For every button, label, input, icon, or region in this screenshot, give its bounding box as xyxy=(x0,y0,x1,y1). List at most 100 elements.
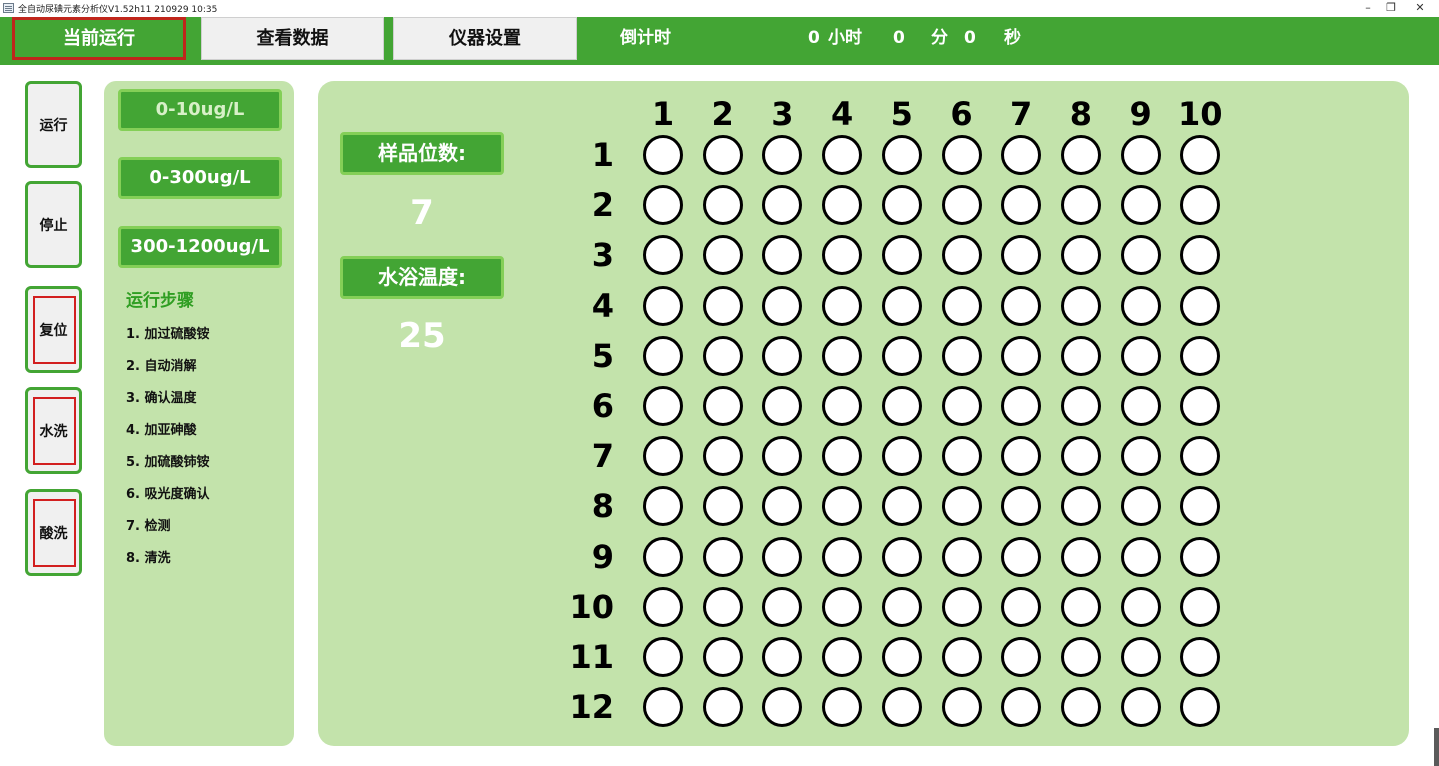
sample-well[interactable] xyxy=(881,687,922,728)
sample-well[interactable] xyxy=(1060,486,1101,527)
sample-well[interactable] xyxy=(1120,486,1161,527)
sample-well[interactable] xyxy=(941,586,982,627)
sample-well[interactable] xyxy=(1120,386,1161,426)
run-button[interactable]: 运行 xyxy=(25,81,82,168)
sample-well[interactable] xyxy=(941,486,982,527)
sample-well[interactable] xyxy=(702,586,743,627)
sample-well[interactable] xyxy=(1180,486,1221,527)
sample-well[interactable] xyxy=(762,637,803,677)
sample-well[interactable] xyxy=(1180,285,1221,326)
sample-well[interactable] xyxy=(881,235,922,276)
acid-wash-button[interactable]: 酸洗 xyxy=(25,489,82,576)
sample-well[interactable] xyxy=(702,235,743,276)
sample-well[interactable] xyxy=(643,687,683,728)
sample-well[interactable] xyxy=(762,687,803,728)
sample-well[interactable] xyxy=(1001,436,1042,477)
sample-well[interactable] xyxy=(1060,335,1101,376)
sample-well[interactable] xyxy=(643,586,683,627)
sample-well[interactable] xyxy=(643,386,683,426)
sample-well[interactable] xyxy=(643,486,683,527)
sample-well[interactable] xyxy=(1060,386,1101,426)
sample-well[interactable] xyxy=(941,436,982,477)
sample-well[interactable] xyxy=(1001,135,1042,175)
sample-well[interactable] xyxy=(1060,436,1101,477)
sample-well[interactable] xyxy=(822,436,863,477)
sample-well[interactable] xyxy=(762,135,803,175)
sample-well[interactable] xyxy=(1001,285,1042,326)
reset-button[interactable]: 复位 xyxy=(25,286,82,373)
sample-well[interactable] xyxy=(1180,335,1221,376)
sample-well[interactable] xyxy=(822,335,863,376)
sample-well[interactable] xyxy=(881,536,922,577)
sample-well[interactable] xyxy=(941,235,982,276)
sample-well[interactable] xyxy=(822,536,863,577)
sample-well[interactable] xyxy=(1060,586,1101,627)
sample-well[interactable] xyxy=(643,335,683,376)
sample-well[interactable] xyxy=(1001,386,1042,426)
stop-button[interactable]: 停止 xyxy=(25,181,82,268)
sample-well[interactable] xyxy=(1001,235,1042,276)
sample-well[interactable] xyxy=(941,185,982,226)
sample-well[interactable] xyxy=(702,135,743,175)
sample-well[interactable] xyxy=(1120,335,1161,376)
sample-well[interactable] xyxy=(881,335,922,376)
sample-well[interactable] xyxy=(822,637,863,677)
sample-well[interactable] xyxy=(702,436,743,477)
sample-well[interactable] xyxy=(1060,135,1101,175)
sample-well[interactable] xyxy=(1120,637,1161,677)
sample-well[interactable] xyxy=(1180,687,1221,728)
sample-well[interactable] xyxy=(822,285,863,326)
sample-well[interactable] xyxy=(1001,536,1042,577)
sample-well[interactable] xyxy=(702,185,743,226)
sample-well[interactable] xyxy=(822,586,863,627)
sample-well[interactable] xyxy=(1120,536,1161,577)
sample-well[interactable] xyxy=(1180,586,1221,627)
sample-well[interactable] xyxy=(1120,285,1161,326)
sample-well[interactable] xyxy=(1001,335,1042,376)
sample-well[interactable] xyxy=(1180,185,1221,226)
sample-well[interactable] xyxy=(881,386,922,426)
sample-well[interactable] xyxy=(1180,536,1221,577)
sample-well[interactable] xyxy=(822,135,863,175)
sample-well[interactable] xyxy=(881,637,922,677)
sample-well[interactable] xyxy=(1001,185,1042,226)
sample-well[interactable] xyxy=(1180,386,1221,426)
sample-well[interactable] xyxy=(1120,185,1161,226)
sample-well[interactable] xyxy=(1001,687,1042,728)
sample-well[interactable] xyxy=(1001,586,1042,627)
sample-well[interactable] xyxy=(941,135,982,175)
sample-well[interactable] xyxy=(822,486,863,527)
sample-well[interactable] xyxy=(1060,185,1101,226)
sample-well[interactable] xyxy=(881,285,922,326)
sample-well[interactable] xyxy=(1120,135,1161,175)
tab-current-run[interactable]: 当前运行 xyxy=(12,17,186,60)
range-button-0-300[interactable]: 0-300ug/L xyxy=(118,157,282,199)
sample-well[interactable] xyxy=(643,536,683,577)
sample-well[interactable] xyxy=(1060,235,1101,276)
sample-well[interactable] xyxy=(941,285,982,326)
sample-well[interactable] xyxy=(702,486,743,527)
sample-well[interactable] xyxy=(1120,436,1161,477)
close-icon[interactable]: ✕ xyxy=(1405,0,1435,17)
sample-well[interactable] xyxy=(941,637,982,677)
sample-well[interactable] xyxy=(1180,436,1221,477)
sample-well[interactable] xyxy=(643,436,683,477)
sample-well[interactable] xyxy=(643,637,683,677)
tab-instrument-settings[interactable]: 仪器设置 xyxy=(393,17,577,60)
sample-well[interactable] xyxy=(1001,637,1042,677)
sample-well[interactable] xyxy=(1060,536,1101,577)
sample-well[interactable] xyxy=(881,586,922,627)
sample-well[interactable] xyxy=(762,285,803,326)
sample-well[interactable] xyxy=(762,386,803,426)
sample-well[interactable] xyxy=(702,637,743,677)
sample-well[interactable] xyxy=(643,185,683,226)
sample-well[interactable] xyxy=(941,687,982,728)
sample-well[interactable] xyxy=(1120,687,1161,728)
tab-view-data[interactable]: 查看数据 xyxy=(201,17,384,60)
sample-well[interactable] xyxy=(1120,586,1161,627)
sample-well[interactable] xyxy=(762,486,803,527)
range-button-300-1200[interactable]: 300-1200ug/L xyxy=(118,226,282,268)
sample-well[interactable] xyxy=(643,235,683,276)
sample-well[interactable] xyxy=(1060,687,1101,728)
sample-well[interactable] xyxy=(762,536,803,577)
